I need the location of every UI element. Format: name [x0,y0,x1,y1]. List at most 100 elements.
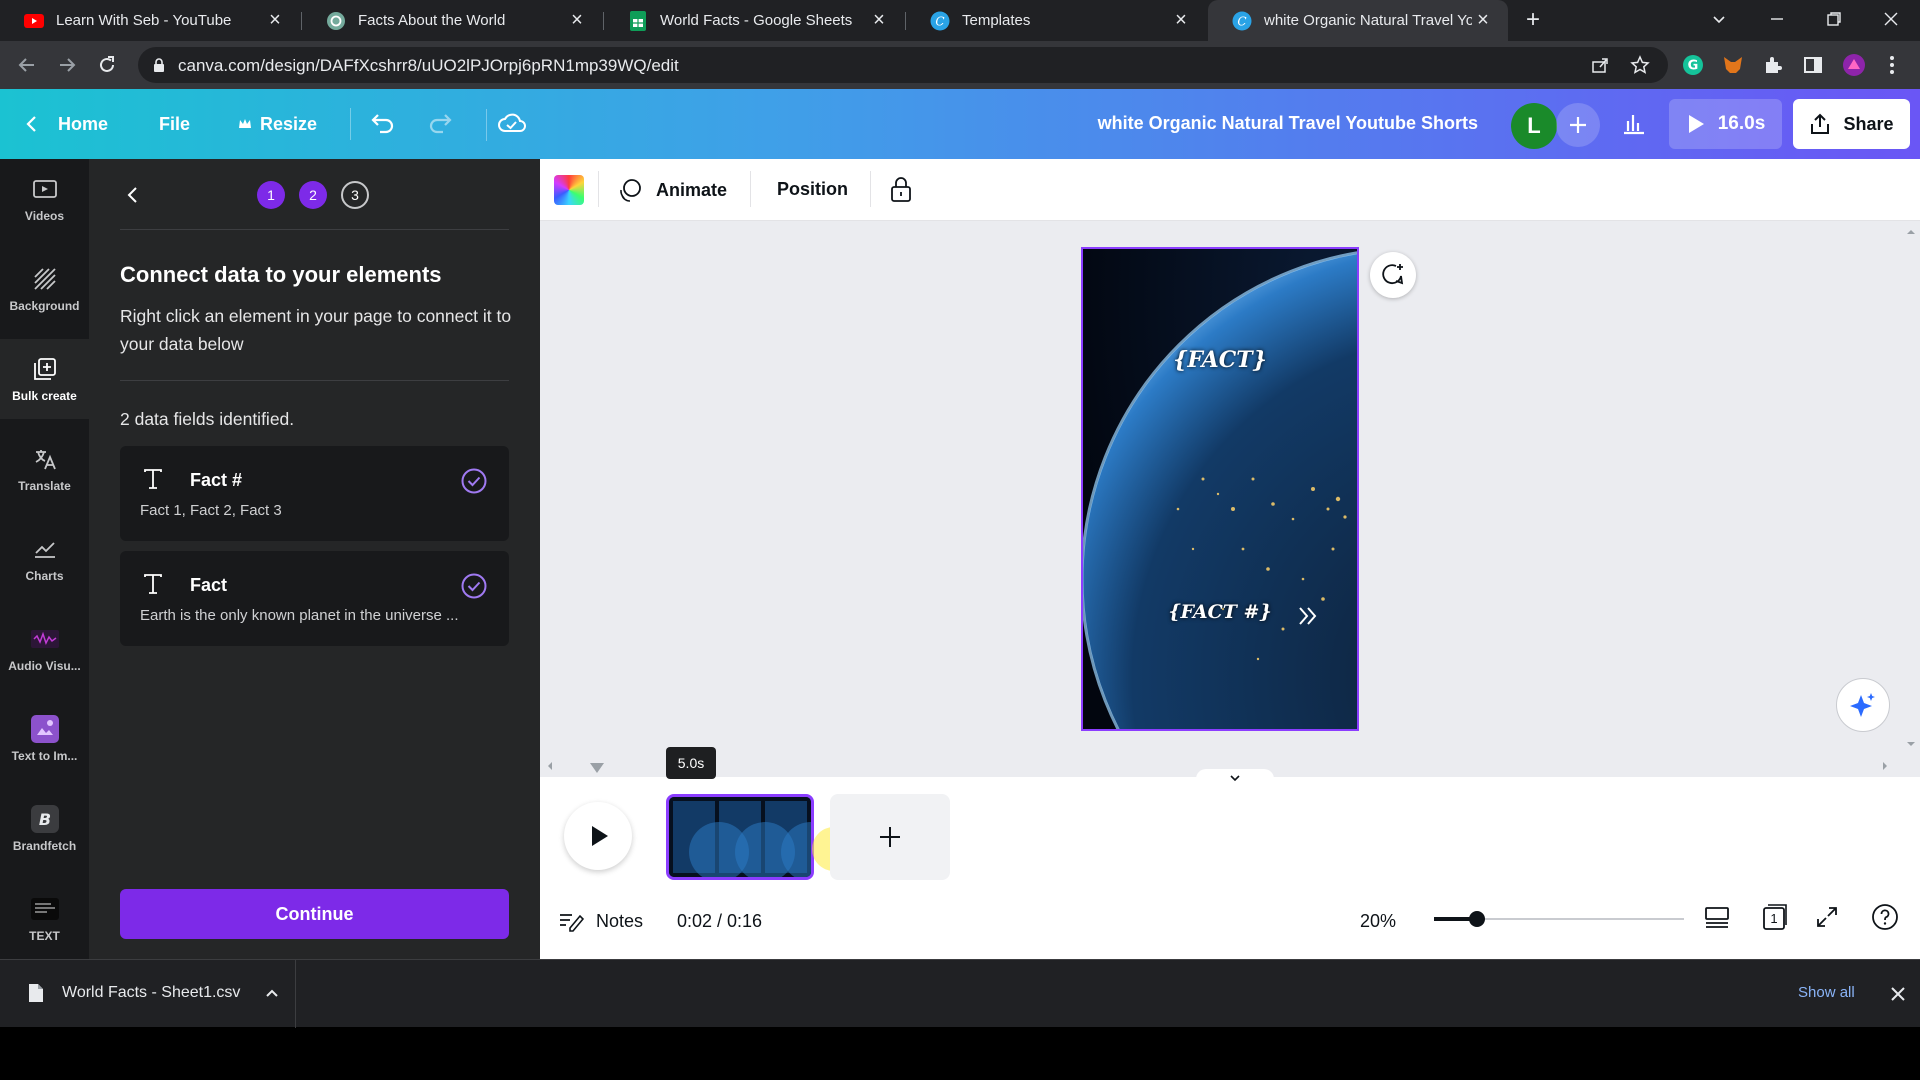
metamask-icon[interactable] [1722,54,1744,76]
browser-tab-templates[interactable]: C Templates × [906,0,1206,41]
zoom-slider[interactable] [1434,903,1684,935]
tab-search-icon[interactable] [1710,10,1728,28]
rail-label: Audio Visu... [8,659,81,673]
back-icon[interactable] [16,54,38,76]
scroll-down-arrow[interactable] [1906,739,1916,749]
address-bar[interactable]: canva.com/design/DAFfXcshrr8/uUO2lPJOrpj… [138,47,1668,83]
check-circle-icon [461,573,487,599]
show-all-button[interactable]: Show all [1798,984,1855,1001]
animate-button[interactable]: Animate [618,177,727,203]
close-icon[interactable]: × [566,9,588,32]
present-play-button[interactable]: 16.0s [1669,99,1782,149]
animate-icon [620,179,641,202]
canva-icon: C [1232,11,1252,31]
file-label: File [159,113,191,134]
side-panel-icon[interactable] [1802,54,1824,76]
insights-button[interactable] [1620,103,1648,145]
profile-avatar[interactable] [1842,53,1866,77]
help-icon[interactable] [1871,903,1899,931]
rail-item-charts[interactable]: Charts [0,519,89,599]
resize-button[interactable]: Resize [238,89,317,159]
browser-tab-facts[interactable]: Facts About the World × [302,0,602,41]
add-page-button[interactable] [830,794,950,880]
extensions-icon[interactable] [1762,54,1784,76]
zoom-level[interactable]: 20% [1360,911,1396,932]
scroll-up-arrow[interactable] [1906,227,1916,237]
zoom-slider-thumb[interactable] [1468,911,1485,927]
rail-item-videos[interactable]: Videos [0,159,89,239]
url-text: canva.com/design/DAFfXcshrr8/uUO2lPJOrpj… [178,56,679,75]
fullscreen-icon[interactable] [1815,905,1839,929]
magic-assistant-button[interactable] [1836,678,1890,732]
svg-text:C: C [1237,14,1246,28]
add-collaborator-button[interactable] [1556,103,1600,147]
rail-item-bulk-create[interactable]: Bulk create [0,339,89,419]
browser-toolbar: canva.com/design/DAFfXcshrr8/uUO2lPJOrpj… [0,41,1920,89]
browser-tab-youtube[interactable]: Learn With Seb - YouTube × [0,0,300,41]
scroll-right-arrow[interactable] [1880,761,1890,771]
double-chevron-icon [1297,604,1319,628]
continue-button[interactable]: Continue [120,889,509,939]
grammarly-icon[interactable]: G [1682,54,1704,76]
rail-item-brandfetch[interactable]: B Brandfetch [0,789,89,869]
step-1-indicator: 1 [257,181,285,209]
bookmark-star-icon[interactable] [1630,55,1650,75]
scroll-left-arrow[interactable] [545,761,555,771]
data-field-card-fact[interactable]: Fact Earth is the only known planet in t… [120,551,509,646]
lock-icon[interactable] [152,57,166,73]
fields-count: 2 data fields identified. [120,409,295,429]
download-filename: World Facts - Sheet1.csv [62,984,241,1001]
home-button[interactable]: Home [24,89,108,159]
field-values: Earth is the only known planet in the un… [140,607,459,624]
document-title[interactable]: white Organic Natural Travel Youtube Sho… [1098,113,1478,134]
field-name: Fact [190,575,228,595]
timeline-page-thumbnail[interactable] [666,794,814,880]
cloud-saved-icon[interactable] [497,111,527,135]
avatar[interactable]: L [1511,103,1557,149]
page-count-button[interactable]: 1 [1762,903,1788,931]
notes-button[interactable]: Notes [558,910,643,932]
data-field-card-fact-number[interactable]: Fact # Fact 1, Fact 2, Fact 3 [120,446,509,541]
chevron-up-icon[interactable] [264,985,280,1001]
restore-icon[interactable] [1825,10,1843,28]
close-icon[interactable]: × [868,9,890,32]
rail-item-background[interactable]: Background [0,249,89,329]
download-item[interactable]: World Facts - Sheet1.csv [12,970,292,1016]
rail-item-audio-visualizer[interactable]: Audio Visu... [0,609,89,689]
color-picker-swatch[interactable] [554,175,584,205]
divider [598,171,599,207]
rail-item-translate[interactable]: Translate [0,429,89,509]
panel-back-button[interactable] [121,183,145,207]
window-close-icon[interactable] [1882,10,1900,28]
close-icon[interactable]: × [1472,9,1494,32]
browser-tab-sheets[interactable]: World Facts - Google Sheets × [604,0,904,41]
new-tab-button[interactable]: + [1520,8,1546,34]
brandfetch-icon: B [30,805,59,833]
rail-item-text-app[interactable]: TEXT [0,879,89,959]
playhead-marker[interactable] [590,763,604,773]
home-label: Home [58,113,109,134]
rail-item-text-to-image[interactable]: Text to Im... [0,699,89,779]
browser-tab-canva-design[interactable]: C white Organic Natural Travel Youtube S… [1208,0,1508,41]
hide-timeline-button[interactable] [1196,769,1274,787]
forward-icon[interactable] [56,54,78,76]
file-menu-button[interactable]: File [159,89,190,159]
browser-menu-icon[interactable] [1882,54,1902,76]
design-page[interactable]: {FACT} {FACT #} [1081,247,1359,731]
undo-icon[interactable] [370,111,396,135]
close-icon[interactable]: × [1170,9,1192,32]
thumbnail-view-icon[interactable] [1704,905,1730,929]
fact-text-element[interactable]: {FACT} [1083,347,1357,373]
share-button[interactable]: Share [1793,99,1910,149]
add-comment-button[interactable] [1370,252,1416,298]
step-3-indicator: 3 [341,181,369,209]
close-download-bar-icon[interactable] [1888,984,1908,1004]
timeline-play-button[interactable] [564,802,632,870]
close-icon[interactable]: × [264,9,286,32]
position-button[interactable]: Position [777,179,848,200]
reload-icon[interactable] [96,54,118,76]
share-page-icon[interactable] [1590,55,1610,75]
lock-icon[interactable] [889,175,913,203]
redo-icon[interactable] [427,111,453,135]
minimize-icon[interactable] [1768,10,1786,28]
